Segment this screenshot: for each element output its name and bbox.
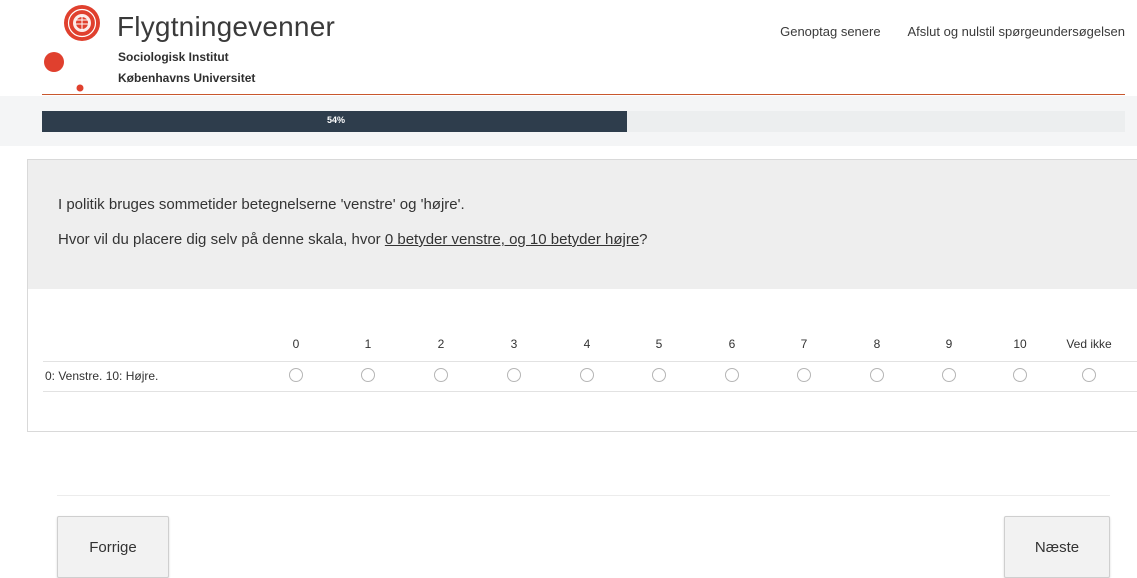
- scale-radio-option[interactable]: [507, 368, 521, 382]
- scale-radio-option[interactable]: [361, 368, 375, 382]
- site-header: Flygtningevenner Sociologisk Institut Kø…: [0, 0, 1137, 96]
- scale-radio-option[interactable]: [1013, 368, 1027, 382]
- question-prompt-prefix: Hvor vil du placere dig selv på denne sk…: [58, 231, 385, 248]
- scale-column-label: Ved ikke: [1066, 337, 1112, 351]
- scale-column-label: 1: [364, 337, 372, 351]
- scale-column-label: 10: [1013, 337, 1027, 351]
- scale-column-label: 0: [292, 337, 300, 351]
- scale-row-divider-top: [43, 361, 1137, 362]
- scale-radio-option[interactable]: [434, 368, 448, 382]
- scale-column-label: 4: [583, 337, 591, 351]
- question-text-area: I politik bruges sommetider betegnelsern…: [28, 160, 1137, 289]
- scale-column-label: 9: [945, 337, 953, 351]
- scale-radio-option[interactable]: [942, 368, 956, 382]
- scale-column-label: 8: [873, 337, 881, 351]
- scale-column-label: 2: [437, 337, 445, 351]
- exit-reset-link[interactable]: Afslut og nulstil spørgeundersøgelsen: [907, 24, 1125, 39]
- site-subtitle-university: Københavns Universitet: [118, 71, 256, 85]
- previous-button[interactable]: Forrige: [57, 516, 169, 578]
- header-divider: [42, 94, 1125, 95]
- progress-percent: 54%: [327, 115, 346, 125]
- scale-column-label: 6: [728, 337, 736, 351]
- progress-fill: 54%: [42, 111, 627, 132]
- site-subtitle-institute: Sociologisk Institut: [118, 50, 229, 64]
- scale-radio-option[interactable]: [289, 368, 303, 382]
- scale-radio-option[interactable]: [797, 368, 811, 382]
- header-links: Genoptag senere Afslut og nulstil spørge…: [780, 24, 1125, 39]
- scale-column-label: 5: [655, 337, 663, 351]
- question-prompt-emphasis: 0 betyder venstre, og 10 betyder højre: [384, 231, 640, 248]
- scale-column-label: 3: [510, 337, 518, 351]
- question-intro: I politik bruges sommetider betegnelsern…: [58, 196, 465, 213]
- next-button[interactable]: Næste: [1004, 516, 1110, 578]
- scale-radio-option[interactable]: [725, 368, 739, 382]
- progress-bar: 54%: [42, 111, 1125, 132]
- navigation-divider: [57, 495, 1110, 496]
- scale-row-divider-bottom: [43, 391, 1137, 392]
- scale-radio-option[interactable]: [652, 368, 666, 382]
- question-prompt-suffix: ?: [639, 231, 648, 248]
- scale-row-label: 0: Venstre. 10: Højre.: [45, 369, 159, 383]
- scale-radio-option[interactable]: [1082, 368, 1096, 382]
- question-prompt: Hvor vil du placere dig selv på denne sk…: [58, 231, 648, 248]
- scale-column-label: 7: [800, 337, 808, 351]
- scale-radio-option[interactable]: [870, 368, 884, 382]
- scale-radio-option[interactable]: [580, 368, 594, 382]
- university-logo: [44, 5, 100, 92]
- resume-later-link[interactable]: Genoptag senere: [780, 24, 880, 39]
- site-title: Flygtningevenner: [117, 11, 335, 42]
